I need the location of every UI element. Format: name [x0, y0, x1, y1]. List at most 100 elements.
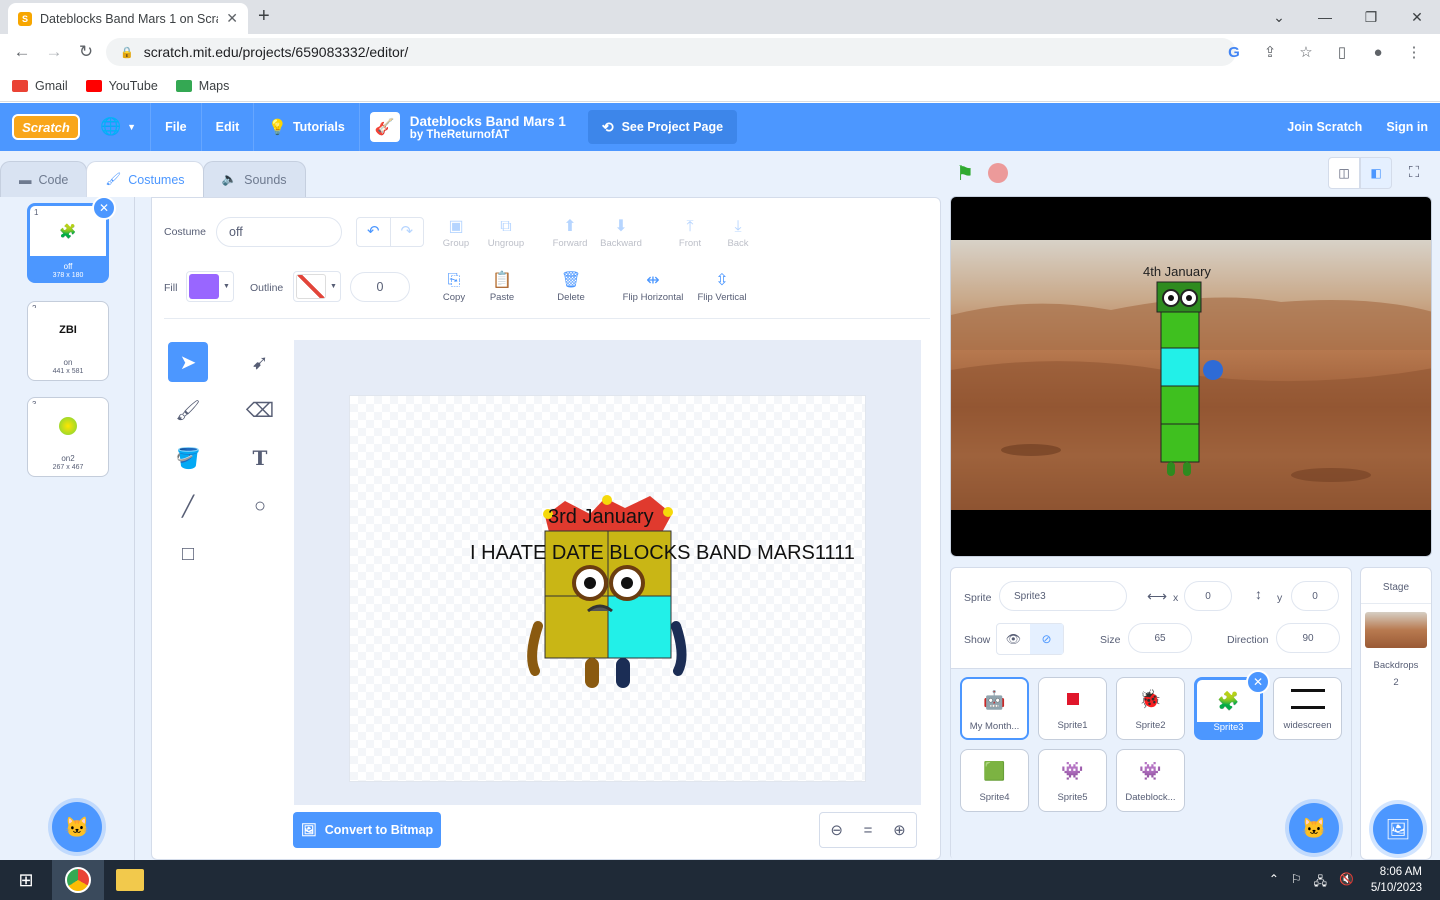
bookmark-maps[interactable]: Maps: [175, 79, 229, 93]
volume-muted-icon[interactable]: 🔇: [1339, 872, 1354, 893]
flip-horizontal-button[interactable]: ⇹ Flip Horizontal: [618, 270, 688, 303]
network-icon[interactable]: 🖧: [1314, 872, 1327, 893]
choose-costume-button[interactable]: 🐱: [52, 802, 102, 852]
y-input[interactable]: 0: [1291, 581, 1339, 611]
text-tool-icon[interactable]: T: [240, 438, 280, 478]
sprite-item-my-month[interactable]: 🤖 My Month...: [960, 677, 1029, 740]
redo-icon[interactable]: ↷: [391, 218, 424, 246]
fullscreen-icon[interactable]: ⛶: [1398, 157, 1430, 189]
tray-chevron-icon[interactable]: ⌃: [1269, 872, 1279, 893]
new-tab-icon[interactable]: +: [258, 5, 270, 28]
tab-code[interactable]: ▬ Code: [0, 161, 88, 197]
stage-target-pane[interactable]: Stage Backdrops 2 🖼: [1360, 567, 1432, 860]
x-input[interactable]: 0: [1184, 581, 1232, 611]
bookmark-gmail[interactable]: Gmail: [12, 79, 68, 93]
delete-costume-icon[interactable]: ✕: [92, 196, 116, 220]
windows-start-icon[interactable]: ⊞: [0, 860, 52, 900]
small-stage-icon[interactable]: ◫: [1328, 157, 1360, 189]
fill-tool-icon[interactable]: 🪣: [168, 438, 208, 478]
stage-canvas[interactable]: 4th January: [950, 196, 1432, 557]
back-button[interactable]: ⤓ Back: [710, 216, 766, 249]
flip-vertical-button[interactable]: ⇳ Flip Vertical: [692, 270, 752, 303]
share-icon[interactable]: ⇪: [1254, 43, 1286, 61]
close-tab-icon[interactable]: ✕: [226, 10, 238, 27]
restore-icon[interactable]: ❐: [1348, 9, 1394, 26]
language-menu[interactable]: 🌐 ▼: [86, 103, 152, 151]
edit-menu[interactable]: Edit: [202, 103, 255, 151]
bookmark-star-icon[interactable]: ☆: [1290, 43, 1322, 61]
sprite-item-dateblock[interactable]: 👾 Dateblock...: [1116, 749, 1185, 812]
paste-button[interactable]: 📋 Paste: [474, 270, 530, 303]
paint-canvas[interactable]: 3rd January I HAATE DATE BLOCKS BAND MAR…: [349, 395, 866, 782]
profile-icon[interactable]: ●: [1362, 44, 1394, 61]
stop-icon[interactable]: [988, 163, 1008, 183]
normal-stage-icon[interactable]: ◧: [1360, 157, 1392, 189]
group-button[interactable]: ▣ Group: [428, 216, 484, 249]
url-field[interactable]: 🔒 scratch.mit.edu/projects/659083332/edi…: [106, 38, 1236, 66]
back-icon[interactable]: ←: [6, 42, 38, 62]
tab-search-icon[interactable]: ⌄: [1256, 9, 1302, 26]
choose-backdrop-button[interactable]: 🖼: [1373, 804, 1423, 854]
file-explorer-icon[interactable]: [104, 860, 156, 900]
delete-sprite-icon[interactable]: ✕: [1246, 670, 1270, 694]
circle-tool-icon[interactable]: ○: [240, 486, 280, 526]
zoom-out-icon[interactable]: ⊖: [830, 821, 843, 839]
canvas-text-date[interactable]: 3rd January: [548, 506, 654, 529]
ungroup-button[interactable]: ⧉ Ungroup: [478, 216, 534, 249]
show-eye-icon[interactable]: 👁: [997, 624, 1030, 654]
select-tool-icon[interactable]: ➤: [168, 342, 208, 382]
bookmark-youtube[interactable]: YouTube: [85, 79, 158, 93]
convert-to-bitmap-button[interactable]: 🖼 Convert to Bitmap: [293, 812, 441, 848]
sprite-item-sprite1[interactable]: Sprite1: [1038, 677, 1107, 740]
zoom-reset-icon[interactable]: =: [864, 822, 873, 839]
join-scratch-link[interactable]: Join Scratch: [1275, 120, 1374, 134]
google-icon[interactable]: G: [1218, 44, 1250, 61]
outline-color-picker[interactable]: ▼: [293, 271, 341, 302]
taskbar-clock[interactable]: 8:06 AM 5/10/2023: [1371, 864, 1422, 896]
close-window-icon[interactable]: ✕: [1394, 9, 1440, 26]
costume-item-on2[interactable]: 3 on2 267 x 467: [27, 397, 109, 477]
sprite-item-sprite5[interactable]: 👾 Sprite5: [1038, 749, 1107, 812]
canvas-text-message[interactable]: I HAATE DATE BLOCKS BAND MARS1111: [470, 542, 855, 565]
fill-color-picker[interactable]: ▼: [186, 271, 234, 302]
rectangle-tool-icon[interactable]: □: [168, 534, 208, 574]
size-input[interactable]: 65: [1128, 623, 1192, 653]
sprite-item-sprite2[interactable]: 🐞 Sprite2: [1116, 677, 1185, 740]
costume-name-input[interactable]: off: [216, 217, 342, 247]
tab-costumes[interactable]: 🖌 Costumes: [86, 161, 204, 197]
zoom-in-icon[interactable]: ⊕: [893, 821, 906, 839]
choose-sprite-button[interactable]: 🐱: [1289, 803, 1339, 853]
sprite-name-input[interactable]: Sprite3: [999, 581, 1127, 611]
tab-sounds[interactable]: 🔈 Sounds: [202, 161, 306, 197]
minimize-icon[interactable]: —: [1302, 9, 1348, 25]
sprite-item-sprite4[interactable]: 🟩 Sprite4: [960, 749, 1029, 812]
costume-item-off[interactable]: 1 🧩 off 378 x 180 ✕: [27, 196, 116, 283]
tutorials-button[interactable]: 💡 Tutorials: [254, 103, 360, 151]
delete-button[interactable]: 🗑 Delete: [543, 270, 599, 303]
file-menu[interactable]: File: [151, 103, 202, 151]
see-project-page-button[interactable]: ⟲ See Project Page: [587, 110, 738, 144]
browser-tab[interactable]: S Dateblocks Band Mars 1 on Scrat ✕: [8, 3, 248, 34]
direction-input[interactable]: 90: [1276, 623, 1340, 653]
side-panel-icon[interactable]: ▯: [1326, 43, 1358, 61]
costume-item-on[interactable]: 2 ZBI on 441 x 581: [27, 301, 109, 381]
forward-button[interactable]: ⬆ Forward: [542, 216, 598, 249]
sign-in-link[interactable]: Sign in: [1374, 120, 1440, 134]
chrome-taskbar-icon[interactable]: [52, 860, 104, 900]
eraser-tool-icon[interactable]: ⌫: [240, 390, 280, 430]
sprite-item-sprite3[interactable]: 🧩 Sprite3 ✕: [1194, 670, 1270, 740]
flag-icon[interactable]: ⚐: [1291, 872, 1302, 893]
line-tool-icon[interactable]: ╱: [168, 486, 208, 526]
menu-kebab-icon[interactable]: ⋮: [1398, 43, 1430, 61]
reload-icon[interactable]: ↻: [70, 42, 102, 62]
reshape-tool-icon[interactable]: ➹: [240, 342, 280, 382]
scratch-logo[interactable]: Scratch: [12, 114, 80, 140]
backward-button[interactable]: ⬇ Backward: [593, 216, 649, 249]
hide-eye-icon[interactable]: ⊘: [1030, 624, 1063, 654]
forward-icon[interactable]: →: [38, 42, 70, 62]
green-flag-icon[interactable]: ⚑: [956, 161, 974, 186]
project-title-block[interactable]: 🎸 Dateblocks Band Mars 1 by TheReturnofA…: [360, 112, 576, 142]
paint-canvas-area[interactable]: 3rd January I HAATE DATE BLOCKS BAND MAR…: [294, 340, 921, 805]
undo-icon[interactable]: ↶: [357, 218, 391, 246]
sprite-item-widescreen[interactable]: widescreen: [1273, 677, 1342, 740]
